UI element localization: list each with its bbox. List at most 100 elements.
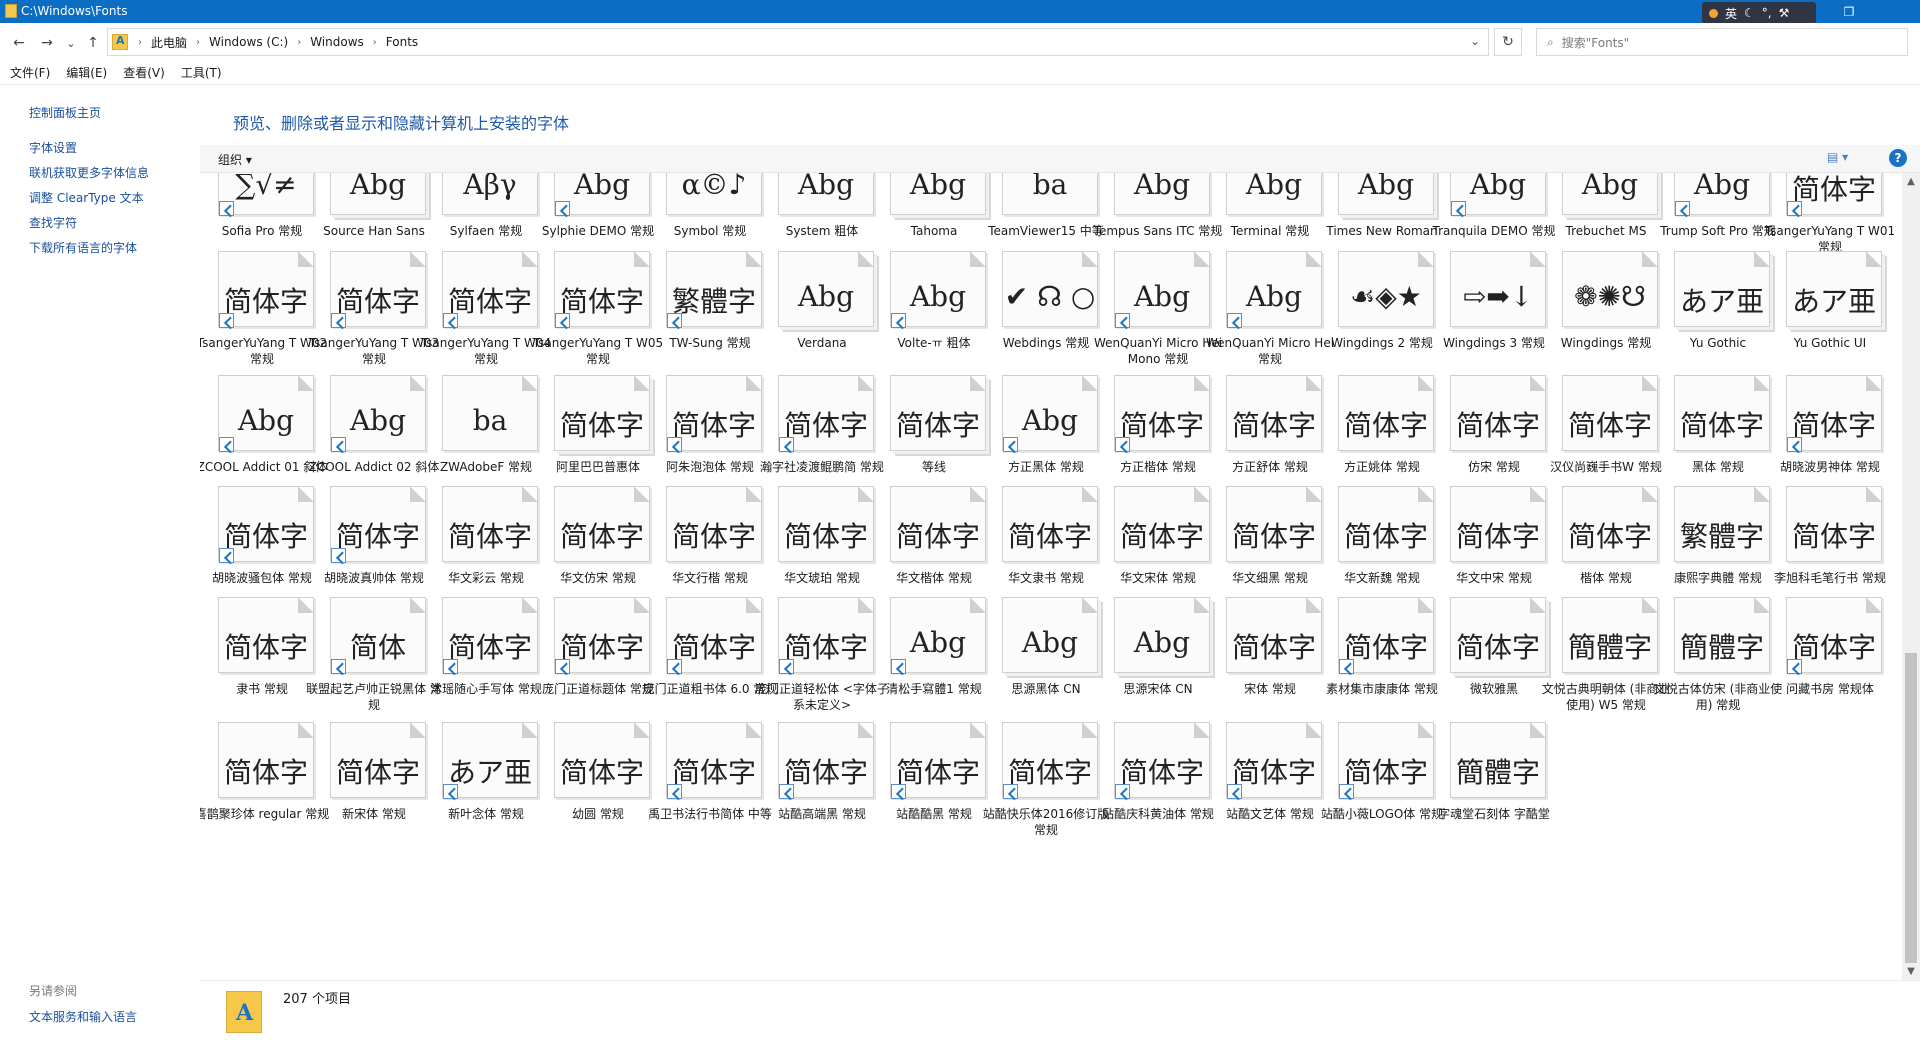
scroll-down-button[interactable]: ▼ bbox=[1902, 963, 1920, 980]
control-panel-home-link[interactable]: 控制面板主页 bbox=[29, 104, 101, 121]
recent-locations-button[interactable]: ⌄ bbox=[61, 33, 81, 53]
font-preview-tile[interactable]: 简体字 bbox=[218, 597, 314, 673]
tool-icon[interactable]: ⚒ bbox=[1779, 6, 1790, 20]
font-preview-tile[interactable]: あア亜 bbox=[1786, 251, 1882, 327]
menu-tools[interactable]: 工具(T) bbox=[181, 64, 222, 81]
font-preview-tile[interactable]: 简体字 bbox=[1674, 375, 1770, 451]
chevron-right-icon[interactable]: › bbox=[194, 37, 202, 48]
search-input[interactable]: 搜索"Fonts" bbox=[1562, 34, 1629, 51]
breadcrumb[interactable]: › 此电脑 › Windows (C:) › Windows › Fonts ⌄ bbox=[107, 28, 1489, 56]
command-toolbar: 组织 ▾ ▤ ▾ ? bbox=[200, 145, 1920, 173]
font-preview-tile[interactable]: 简体字 bbox=[778, 486, 874, 562]
menu-file[interactable]: 文件(F) bbox=[10, 64, 50, 81]
font-preview-tile[interactable]: ☙◈★ bbox=[1338, 251, 1434, 327]
font-preview-tile[interactable]: α©♪ bbox=[666, 173, 762, 215]
font-preview-tile[interactable]: 简体字 bbox=[1450, 597, 1546, 673]
shortcut-arrow-icon bbox=[1339, 784, 1354, 799]
font-preview-tile[interactable]: 简体字 bbox=[1338, 486, 1434, 562]
font-preview-tile[interactable]: 简体字 bbox=[1002, 486, 1098, 562]
font-sample-glyphs: Abg bbox=[1021, 404, 1079, 437]
shortcut-arrow-icon bbox=[219, 437, 234, 452]
scroll-up-button[interactable]: ▲ bbox=[1902, 173, 1920, 190]
address-dropdown-icon[interactable]: ⌄ bbox=[1470, 34, 1480, 48]
font-preview-tile[interactable]: ✔ ☊ ○ bbox=[1002, 251, 1098, 327]
chevron-right-icon[interactable]: › bbox=[295, 37, 303, 48]
breadcrumb-fonts[interactable]: Fonts bbox=[379, 35, 425, 49]
forward-button[interactable]: → bbox=[37, 33, 57, 53]
font-preview-tile[interactable]: Abg bbox=[1562, 173, 1658, 215]
font-sample-glyphs: 简体字 bbox=[1567, 409, 1652, 442]
font-preview-tile[interactable]: Αβγ bbox=[442, 173, 538, 215]
font-preview-tile[interactable]: Abg bbox=[330, 173, 426, 215]
scroll-thumb[interactable] bbox=[1905, 653, 1917, 963]
font-sample-glyphs: Abg bbox=[237, 404, 295, 437]
font-preview-tile[interactable]: 简体字 bbox=[442, 486, 538, 562]
text-services-link[interactable]: 文本服务和输入语言 bbox=[29, 1008, 137, 1025]
font-preview-tile[interactable]: ❁✺☋ bbox=[1562, 251, 1658, 327]
font-preview-tile[interactable]: 繁體字 bbox=[1674, 486, 1770, 562]
font-preview-tile[interactable]: 简体字 bbox=[1226, 486, 1322, 562]
menu-view[interactable]: 查看(V) bbox=[123, 64, 165, 81]
font-preview-tile[interactable]: Abg bbox=[1114, 173, 1210, 215]
font-preview-tile[interactable]: 简体字 bbox=[554, 375, 650, 451]
font-preview-tile[interactable]: 简体字 bbox=[330, 722, 426, 798]
font-preview-tile[interactable]: 简体字 bbox=[890, 375, 986, 451]
view-options-button[interactable]: ▤ ▾ bbox=[1827, 150, 1848, 164]
up-button[interactable]: ↑ bbox=[83, 33, 103, 53]
font-preview-tile[interactable]: 简体字 bbox=[554, 722, 650, 798]
font-preview-tile[interactable]: 简体字 bbox=[218, 722, 314, 798]
font-preview-tile[interactable]: ⇨➡↓ bbox=[1450, 251, 1546, 327]
chevron-right-icon[interactable]: › bbox=[136, 37, 144, 48]
font-preview-tile[interactable]: Abg bbox=[778, 251, 874, 327]
font-preview-tile[interactable]: 简体字 bbox=[1450, 486, 1546, 562]
vertical-scrollbar[interactable]: ▲ ▼ bbox=[1902, 173, 1920, 980]
organize-button[interactable]: 组织 ▾ bbox=[218, 151, 252, 168]
adjust-cleartype-link[interactable]: 调整 ClearType 文本 bbox=[29, 189, 144, 206]
menu-edit[interactable]: 编辑(E) bbox=[66, 64, 107, 81]
font-preview-tile[interactable]: 简体字 bbox=[1450, 375, 1546, 451]
font-preview-tile[interactable]: ba bbox=[1002, 173, 1098, 215]
find-character-link[interactable]: 查找字符 bbox=[29, 214, 77, 231]
breadcrumb-windows[interactable]: Windows bbox=[303, 35, 371, 49]
help-icon[interactable]: ? bbox=[1889, 149, 1907, 167]
maximize-button[interactable]: ❐ bbox=[1826, 0, 1872, 23]
refresh-button[interactable]: ↻ bbox=[1494, 28, 1522, 56]
font-preview-tile[interactable]: Abg bbox=[778, 173, 874, 215]
see-also-heading: 另请参阅 bbox=[29, 984, 78, 998]
font-preview-tile[interactable]: 简体字 bbox=[1338, 375, 1434, 451]
font-preview-tile[interactable]: 简体字 bbox=[666, 486, 762, 562]
font-preview-tile[interactable]: 简体字 bbox=[1114, 486, 1210, 562]
search-box[interactable]: ⌕ 搜索"Fonts" bbox=[1536, 28, 1908, 56]
font-preview-tile[interactable]: 简体字 bbox=[1226, 597, 1322, 673]
font-preview-tile[interactable]: Abg bbox=[1338, 173, 1434, 215]
font-sample-glyphs: Abg bbox=[1469, 173, 1527, 201]
font-preview-tile[interactable]: 简体字 bbox=[554, 486, 650, 562]
status-bar: 207 个项目 bbox=[200, 980, 1920, 1040]
font-preview-tile[interactable]: 簡體字 bbox=[1674, 597, 1770, 673]
font-settings-link[interactable]: 字体设置 bbox=[29, 139, 77, 156]
breadcrumb-this-pc[interactable]: 此电脑 bbox=[144, 34, 194, 51]
font-preview-tile[interactable]: 简体字 bbox=[1226, 375, 1322, 451]
chevron-right-icon[interactable]: › bbox=[371, 37, 379, 48]
ime-toolbar[interactable]: 英 ☾ °, ⚒ bbox=[1702, 2, 1816, 24]
font-preview-tile[interactable]: Abg bbox=[1226, 173, 1322, 215]
download-all-language-fonts-link[interactable]: 下载所有语言的字体 bbox=[29, 239, 137, 256]
font-preview-tile[interactable]: 简体字 bbox=[1562, 486, 1658, 562]
font-preview-tile[interactable]: Abg bbox=[1114, 597, 1210, 673]
moon-icon[interactable]: ☾ bbox=[1744, 6, 1755, 20]
font-sample-glyphs: あア亜 bbox=[1679, 285, 1764, 318]
font-preview-tile[interactable]: ba bbox=[442, 375, 538, 451]
punctuation-icon[interactable]: °, bbox=[1762, 6, 1772, 20]
ime-language[interactable]: 英 bbox=[1725, 5, 1737, 22]
back-button[interactable]: ← bbox=[9, 33, 29, 53]
font-preview-tile[interactable]: あア亜 bbox=[1674, 251, 1770, 327]
font-preview-tile[interactable]: Abg bbox=[890, 173, 986, 215]
get-font-info-online-link[interactable]: 联机获取更多字体信息 bbox=[29, 164, 149, 181]
font-preview-tile[interactable]: Abg bbox=[1002, 597, 1098, 673]
breadcrumb-drive-c[interactable]: Windows (C:) bbox=[202, 35, 295, 49]
font-preview-tile[interactable]: 簡體字 bbox=[1562, 597, 1658, 673]
font-preview-tile[interactable]: 简体字 bbox=[890, 486, 986, 562]
font-preview-tile[interactable]: 簡體字 bbox=[1450, 722, 1546, 798]
font-preview-tile[interactable]: 简体字 bbox=[1786, 486, 1882, 562]
font-preview-tile[interactable]: 简体字 bbox=[1562, 375, 1658, 451]
